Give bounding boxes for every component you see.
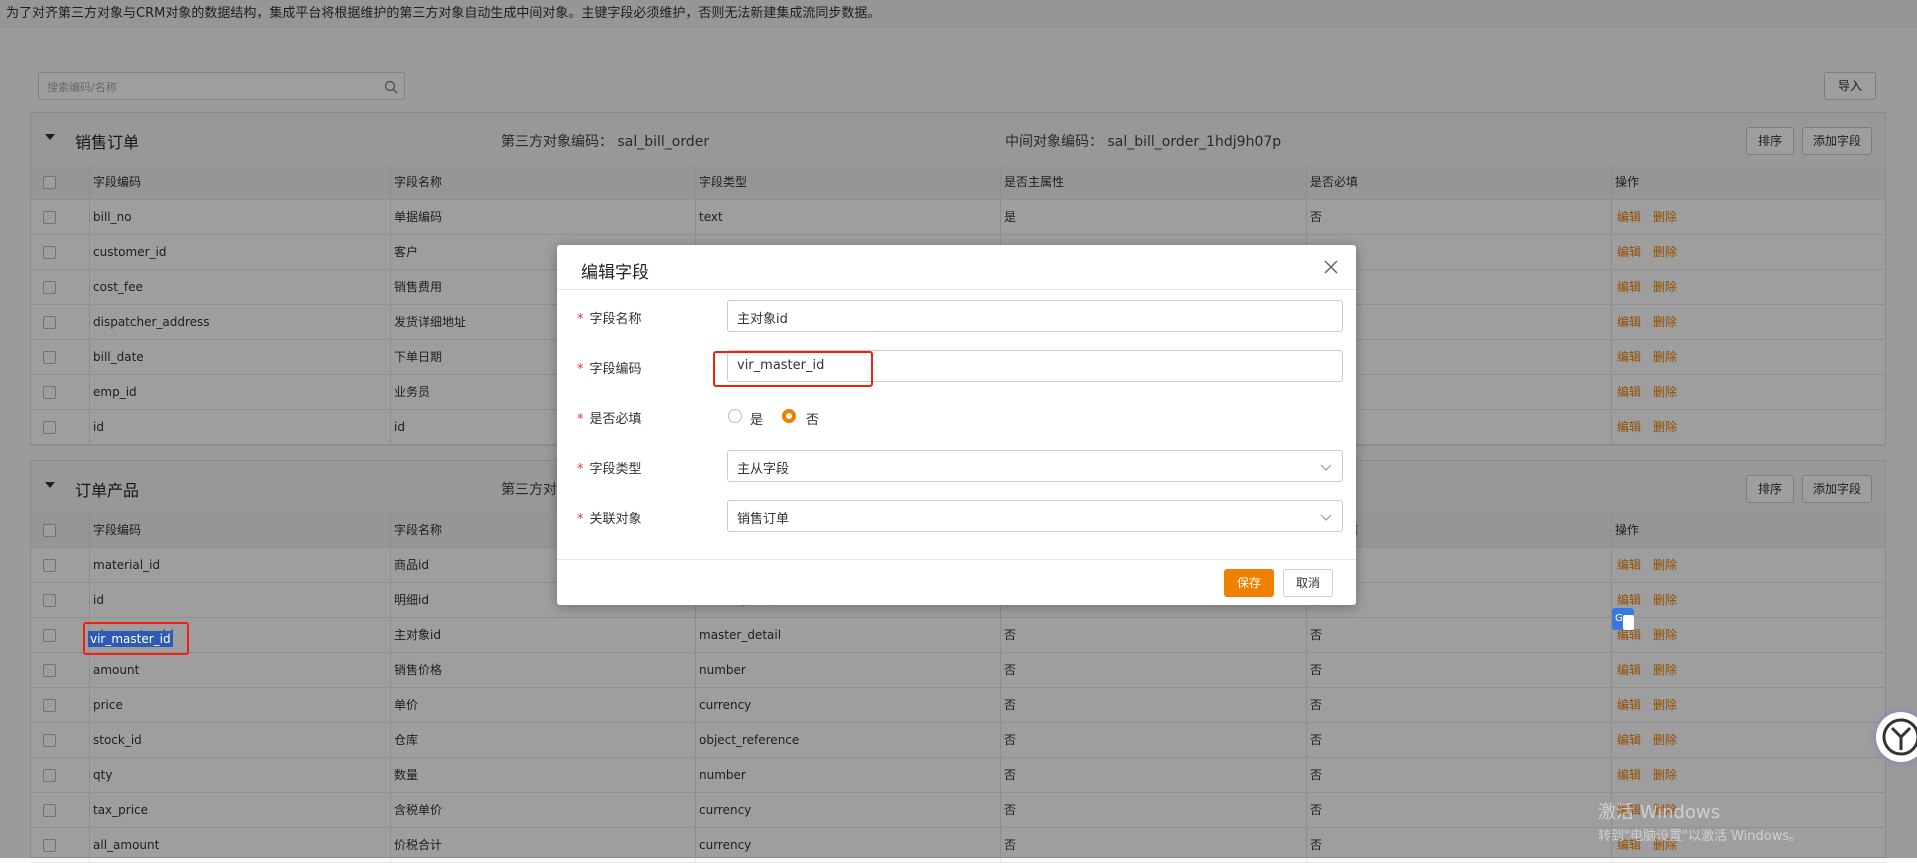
dialog-title: 编辑字段: [581, 263, 649, 283]
radio-required-no[interactable]: [782, 409, 796, 423]
radio-required-yes[interactable]: [728, 409, 742, 423]
page: 为了对齐第三方对象与CRM对象的数据结构，集成平台将根据维护的第三方对象自动生成…: [0, 0, 1917, 863]
svg-text:G: G: [1615, 613, 1623, 624]
field-type-select[interactable]: 主从字段: [727, 450, 1343, 482]
relation-object-select[interactable]: 销售订单: [727, 500, 1343, 532]
highlight-box: [713, 351, 873, 387]
field-type-label: * 字段类型: [577, 462, 642, 477]
close-icon[interactable]: [1324, 259, 1338, 278]
cancel-button[interactable]: 取消: [1283, 569, 1333, 597]
translate-icon[interactable]: G: [1611, 607, 1635, 631]
field-name-label: * 字段名称: [577, 312, 642, 327]
edit-field-dialog: 编辑字段 * 字段名称 主对象id * 字段编码 vir_master_id * 是否…: [557, 245, 1356, 605]
required-label: * 是否必填: [577, 412, 642, 427]
save-button[interactable]: 保存: [1224, 569, 1274, 597]
windows-watermark-title: 激活 Windows: [1598, 802, 1721, 823]
divider: [557, 559, 1356, 560]
relation-object-label: * 关联对象: [577, 512, 642, 527]
windows-watermark-subtitle: 转到"电脑设置"以激活 Windows。: [1598, 829, 1803, 844]
field-code-label: * 字段编码: [577, 362, 642, 377]
assistant-fab-icon[interactable]: [1876, 712, 1917, 762]
divider: [557, 289, 1356, 290]
chevron-down-icon: [1320, 514, 1332, 521]
radio-no-label: 否: [806, 413, 820, 428]
field-name-input[interactable]: 主对象id: [727, 300, 1343, 332]
chevron-down-icon: [1320, 464, 1332, 471]
selected-code-text: vir_master_id: [88, 631, 173, 647]
radio-yes-label: 是: [750, 413, 764, 428]
